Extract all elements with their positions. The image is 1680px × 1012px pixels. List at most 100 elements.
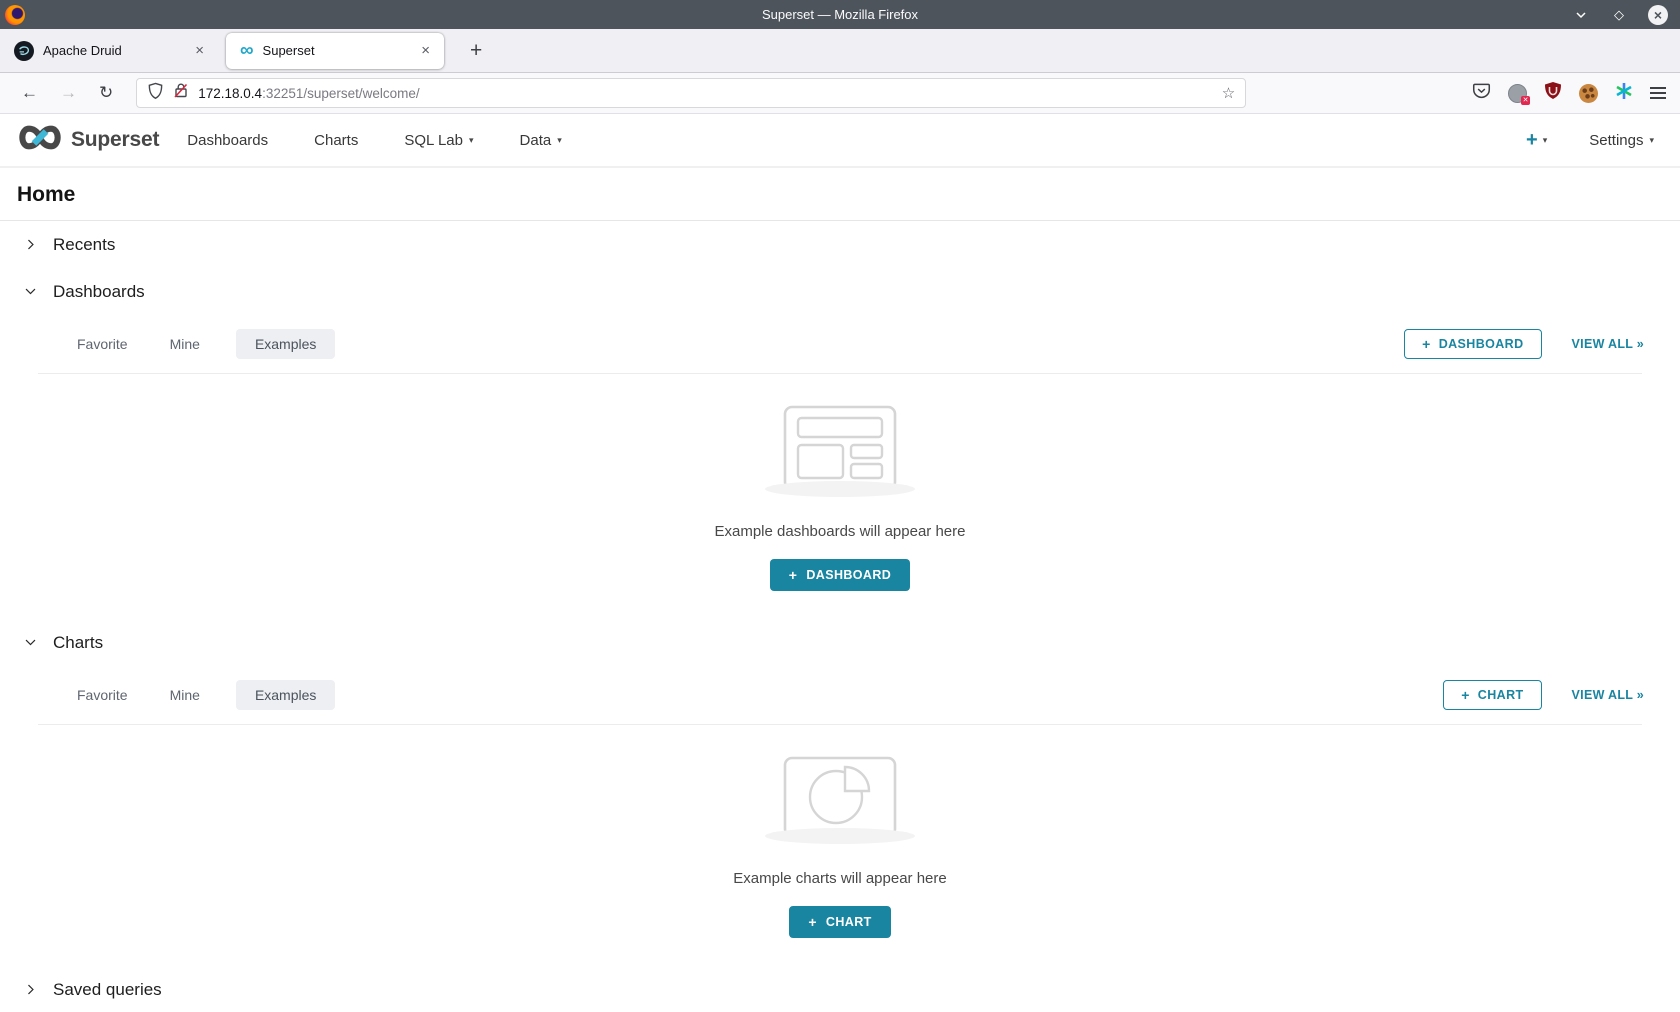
- close-tab-icon[interactable]: ×: [191, 42, 208, 59]
- reload-button[interactable]: ↻: [88, 83, 124, 103]
- caret-down-icon: ▾: [557, 135, 562, 146]
- superset-logo-icon: [16, 124, 64, 156]
- tab-examples[interactable]: Examples: [236, 329, 335, 359]
- chevron-down-icon: [24, 636, 37, 649]
- button-label: DASHBOARD: [806, 568, 891, 582]
- druid-tab-icon: [14, 41, 34, 61]
- empty-state-text: Example dashboards will appear here: [715, 523, 966, 540]
- minimize-chevron-icon[interactable]: [1572, 6, 1590, 24]
- empty-chart-illustration: [765, 755, 915, 844]
- browser-tabbar: Apache Druid × ∞ Superset × +: [0, 29, 1680, 73]
- charts-controls: Favorite Mine Examples + CHART VIEW ALL …: [0, 666, 1680, 724]
- create-dashboard-button[interactable]: + DASHBOARD: [770, 559, 910, 591]
- new-dashboard-button[interactable]: + DASHBOARD: [1404, 329, 1541, 359]
- section-label: Dashboards: [53, 282, 145, 302]
- tab-favorite[interactable]: Favorite: [71, 680, 134, 710]
- plus-icon: +: [1461, 688, 1470, 702]
- close-window-button[interactable]: ×: [1648, 5, 1668, 25]
- superset-tab-icon: ∞: [240, 41, 254, 60]
- extension-disabled-icon[interactable]: ✕: [1508, 84, 1527, 103]
- dashboards-actions: + DASHBOARD VIEW ALL »: [1404, 329, 1644, 359]
- plus-icon: +: [808, 915, 817, 929]
- nav-item-dashboards[interactable]: Dashboards: [187, 132, 268, 149]
- section-label: Charts: [53, 633, 103, 653]
- pocket-icon[interactable]: [1472, 82, 1491, 105]
- section-label: Recents: [53, 235, 115, 255]
- close-tab-icon[interactable]: ×: [417, 42, 434, 59]
- shield-icon[interactable]: [147, 82, 164, 105]
- superset-brand[interactable]: Superset: [16, 124, 159, 156]
- dashboards-collapse-header[interactable]: Dashboards: [0, 268, 1680, 315]
- lock-insecure-icon[interactable]: [173, 82, 189, 104]
- plus-icon: +: [789, 568, 798, 582]
- illustration-shadow: [765, 481, 915, 497]
- back-button[interactable]: ←: [10, 83, 49, 103]
- recents-collapse-header[interactable]: Recents: [0, 221, 1680, 268]
- settings-menu-button[interactable]: Settings ▾: [1589, 132, 1654, 149]
- url-text: 172.18.0.4:32251/superset/welcome/: [198, 86, 1213, 101]
- nav-item-label: Dashboards: [187, 132, 268, 149]
- charts-subtabs: Favorite Mine Examples: [71, 680, 335, 710]
- button-label: DASHBOARD: [1439, 337, 1524, 351]
- nav-item-label: SQL Lab: [404, 132, 463, 149]
- forward-button[interactable]: →: [49, 83, 88, 103]
- url-path: :32251/superset/welcome/: [262, 86, 420, 101]
- firefox-logo-icon: [5, 5, 25, 25]
- extension-error-badge: ✕: [1521, 96, 1530, 105]
- button-label: CHART: [826, 915, 872, 929]
- tab-mine[interactable]: Mine: [164, 329, 206, 359]
- url-bar[interactable]: 172.18.0.4:32251/superset/welcome/ ☆: [136, 78, 1246, 108]
- colorful-asterisk-icon[interactable]: [1615, 82, 1633, 105]
- dashboards-view-all-link[interactable]: VIEW ALL »: [1572, 337, 1644, 351]
- firefox-window: Superset — Mozilla Firefox ◇ × Apache Dr…: [0, 0, 1680, 1012]
- browser-toolbar: ← → ↻ 172.18.0.4:32251/superset/welcome/…: [0, 73, 1680, 114]
- charts-collapse-header[interactable]: Charts: [0, 619, 1680, 666]
- tab-mine[interactable]: Mine: [164, 680, 206, 710]
- page-title: Home: [0, 168, 1680, 220]
- section-label: Saved queries: [53, 980, 162, 1000]
- new-item-menu-button[interactable]: + ▾: [1526, 130, 1547, 150]
- empty-dashboard-illustration: [765, 404, 915, 497]
- tab-superset[interactable]: ∞ Superset ×: [226, 33, 444, 69]
- caret-down-icon: ▾: [1649, 135, 1654, 146]
- saved-queries-collapse-header[interactable]: Saved queries: [0, 966, 1680, 1012]
- toolbar-extension-icons: ✕: [1472, 81, 1680, 105]
- navbar-links: Dashboards Charts SQL Lab ▾ Data ▾: [187, 132, 561, 149]
- navbar-right: + ▾ Settings ▾: [1526, 130, 1654, 150]
- dashboards-empty-state: Example dashboards will appear here + DA…: [0, 374, 1680, 619]
- superset-navbar: Superset Dashboards Charts SQL Lab ▾ Data…: [0, 114, 1680, 168]
- charts-view-all-link[interactable]: VIEW ALL »: [1572, 688, 1644, 702]
- nav-item-label: Data: [520, 132, 552, 149]
- tab-apache-druid[interactable]: Apache Druid ×: [0, 29, 218, 73]
- welcome-page: Home Recents Dashboards Favorite Mine Ex…: [0, 168, 1680, 1012]
- empty-state-text: Example charts will appear here: [733, 870, 946, 887]
- url-host: 172.18.0.4: [198, 86, 262, 101]
- dashboard-placeholder-icon: [782, 404, 898, 492]
- nav-item-label: Charts: [314, 132, 358, 149]
- window-controls: ◇ ×: [1572, 5, 1680, 25]
- caret-down-icon: ▾: [1543, 135, 1548, 146]
- maximize-icon[interactable]: ◇: [1610, 6, 1628, 24]
- chevron-right-icon: [24, 238, 37, 251]
- brand-name: Superset: [71, 128, 159, 152]
- tab-favorite[interactable]: Favorite: [71, 329, 134, 359]
- caret-down-icon: ▾: [469, 135, 474, 146]
- dashboards-subtabs: Favorite Mine Examples: [71, 329, 335, 359]
- ublock-origin-icon[interactable]: [1544, 81, 1562, 105]
- hamburger-menu-icon[interactable]: [1650, 87, 1666, 99]
- tab-examples[interactable]: Examples: [236, 680, 335, 710]
- illustration-shadow: [765, 828, 915, 844]
- nav-item-charts[interactable]: Charts: [314, 132, 358, 149]
- tab-title: Superset: [263, 43, 409, 58]
- nav-item-data[interactable]: Data ▾: [520, 132, 562, 149]
- button-label: CHART: [1478, 688, 1524, 702]
- plus-icon: +: [1422, 337, 1431, 351]
- tab-title: Apache Druid: [43, 43, 182, 58]
- create-chart-button[interactable]: + CHART: [789, 906, 890, 938]
- new-chart-button[interactable]: + CHART: [1443, 680, 1541, 710]
- cookie-icon[interactable]: [1579, 84, 1598, 103]
- nav-item-sql-lab[interactable]: SQL Lab ▾: [404, 132, 473, 149]
- new-tab-button[interactable]: +: [462, 39, 490, 63]
- settings-label: Settings: [1589, 132, 1643, 149]
- bookmark-star-icon[interactable]: ☆: [1222, 84, 1235, 102]
